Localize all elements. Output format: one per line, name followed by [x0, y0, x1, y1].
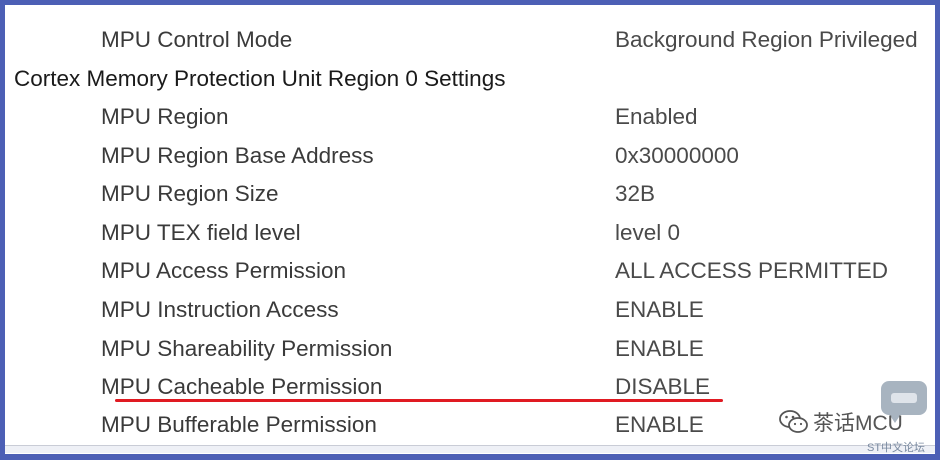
- setting-value[interactable]: ENABLE: [615, 336, 704, 362]
- setting-value[interactable]: ENABLE: [615, 412, 704, 438]
- setting-value[interactable]: DISABLE: [615, 374, 710, 400]
- row-mpu-instruction-access[interactable]: MPU Instruction Access ENABLE: [5, 291, 935, 329]
- watermark-title: 茶话MCU: [813, 412, 903, 435]
- wechat-icon: [779, 410, 808, 433]
- setting-label: MPU Cacheable Permission: [101, 374, 383, 399]
- mpu-settings-panel: MPU Control Mode Background Region Privi…: [0, 0, 940, 460]
- setting-value[interactable]: ENABLE: [615, 297, 704, 323]
- row-mpu-region-size[interactable]: MPU Region Size 32B: [5, 175, 935, 213]
- setting-label: MPU Instruction Access: [101, 297, 339, 322]
- cut-off-row: [105, 5, 525, 9]
- row-mpu-control-mode[interactable]: MPU Control Mode Background Region Privi…: [5, 21, 935, 59]
- setting-label: MPU Access Permission: [101, 258, 347, 283]
- setting-label: MPU Shareability Permission: [101, 336, 393, 361]
- setting-value[interactable]: Background Region Privileged: [615, 27, 918, 53]
- setting-value[interactable]: 32B: [615, 181, 655, 207]
- row-mpu-shareability-permission[interactable]: MPU Shareability Permission ENABLE: [5, 330, 935, 368]
- row-mpu-region[interactable]: MPU Region Enabled: [5, 98, 935, 136]
- chat-bubble-inner: [891, 393, 917, 403]
- watermark-subtitle: ST中文论坛: [867, 442, 926, 454]
- row-mpu-access-permission[interactable]: MPU Access Permission ALL ACCESS PERMITT…: [5, 252, 935, 290]
- setting-label: MPU TEX field level: [101, 220, 301, 245]
- setting-label: MPU Bufferable Permission: [101, 412, 377, 437]
- watermark: 茶话MCU ST中文论坛: [775, 379, 935, 454]
- setting-label: MPU Control Mode: [101, 27, 293, 52]
- setting-label: MPU Region: [101, 104, 229, 129]
- setting-value[interactable]: Enabled: [615, 104, 698, 130]
- setting-label: MPU Region Base Address: [101, 143, 374, 168]
- setting-value[interactable]: ALL ACCESS PERMITTED: [615, 258, 888, 284]
- row-mpu-region-base-address[interactable]: MPU Region Base Address 0x30000000: [5, 137, 935, 175]
- setting-value[interactable]: 0x30000000: [615, 143, 739, 169]
- setting-value[interactable]: level 0: [615, 220, 680, 246]
- section-header-region-0[interactable]: Cortex Memory Protection Unit Region 0 S…: [5, 60, 935, 98]
- section-title: Cortex Memory Protection Unit Region 0 S…: [14, 66, 506, 91]
- setting-label: MPU Region Size: [101, 181, 279, 206]
- row-mpu-tex-field-level[interactable]: MPU TEX field level level 0: [5, 214, 935, 252]
- highlight-underline: [115, 399, 723, 402]
